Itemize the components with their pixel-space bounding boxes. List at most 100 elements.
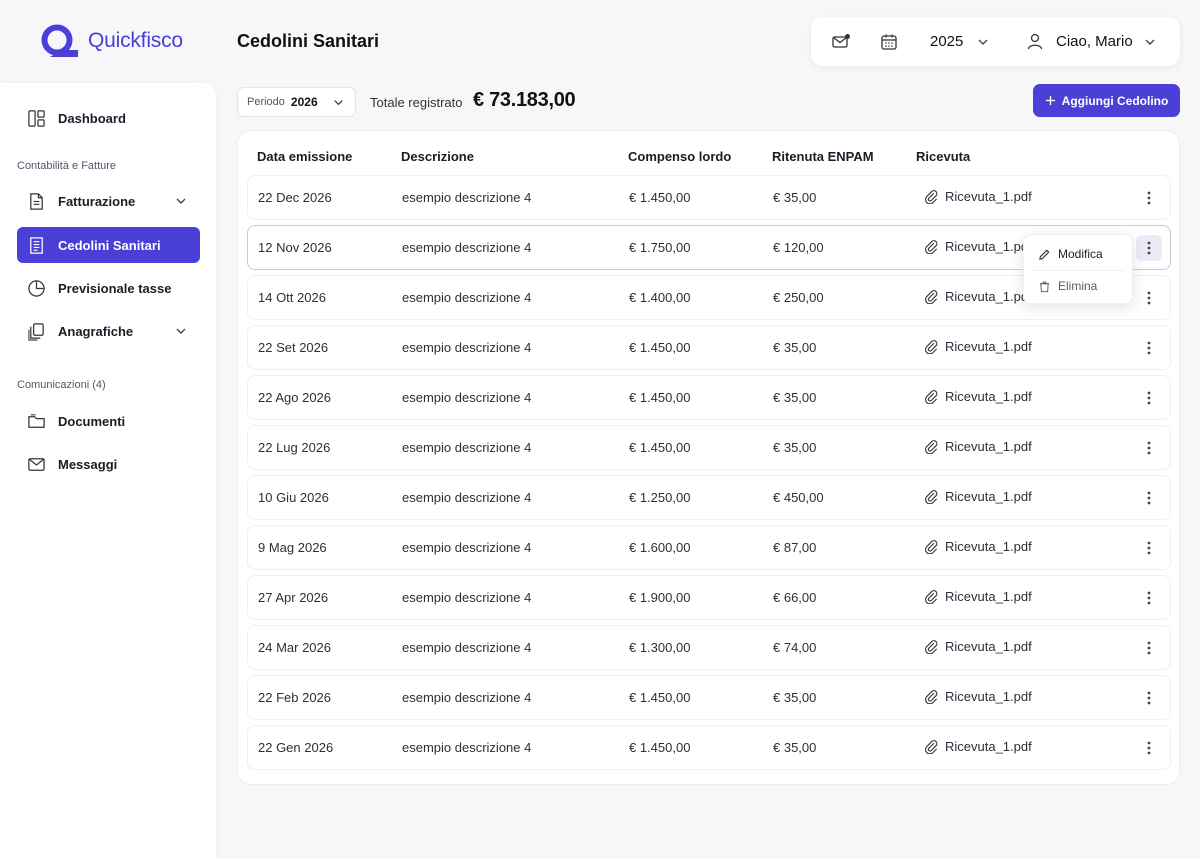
table-cell: esempio descrizione 4 [402,190,532,205]
row-actions-button[interactable] [1136,335,1162,361]
table-cell: 9 Mag 2026 [258,540,327,555]
table-row[interactable]: 27 Apr 2026 esempio descrizione 4 € 1.900,… [247,575,1171,620]
row-actions-button[interactable] [1136,735,1162,761]
table-row[interactable]: 24 Mar 2026 esempio descrizione 4 € 1.300,… [247,625,1171,670]
edit-menu-item[interactable]: Modifica [1024,238,1132,270]
sidebar-item-fatturazione[interactable]: Fatturazione [17,183,200,219]
table-row[interactable]: 22 Gen 2026 esempio descrizione 4 € 1.450,… [247,725,1171,770]
sidebar-item-dashboard[interactable]: Dashboard [17,100,200,136]
paperclip-icon [924,190,938,204]
receipt-icon [30,236,43,254]
table-cell: € 1.450,00 [629,190,691,205]
receipt-link[interactable]: Ricevuta_1.pdf [924,689,1032,704]
table-row[interactable]: 22 Set 2026 esempio descrizione 4 € 1.450,… [247,325,1171,370]
row-actions-button[interactable] [1136,235,1162,261]
paperclip-icon [924,240,938,254]
row-actions-button[interactable] [1136,485,1162,511]
table-cell: € 87,00 [773,540,817,555]
row-actions-button[interactable] [1136,585,1162,611]
delete-menu-item[interactable]: Elimina [1024,270,1132,302]
mail-icon[interactable] [831,32,851,52]
table-cell: € 35,00 [773,340,817,355]
column-header[interactable]: Compenso lordo [628,149,731,164]
receipt-link[interactable]: Ricevuta_1.pdf [924,289,1032,304]
table-row[interactable]: 22 Lug 2026 esempio descrizione 4 € 1.450,… [247,425,1171,470]
table-row[interactable]: 10 Giu 2026 esempio descrizione 4 € 1.250,… [247,475,1171,520]
quickfisco-logo-icon [41,24,78,57]
receipt-link[interactable]: Ricevuta_1.pdf [924,539,1032,554]
period-select[interactable]: Periodo 2026 [237,87,356,117]
sidebar-item-previsionale-tasse[interactable]: Previsionale tasse [17,270,200,306]
column-header[interactable]: Data emissione [257,149,352,164]
table-row[interactable]: 22 Feb 2026 esempio descrizione 4 € 1.450,… [247,675,1171,720]
row-actions-button[interactable] [1136,435,1162,461]
table-row[interactable]: 9 Mag 2026 esempio descrizione 4 € 1.600,0… [247,525,1171,570]
table-cell: esempio descrizione 4 [402,740,532,755]
chevron-down-icon [334,100,343,106]
table-row[interactable]: 22 Ago 2026 esempio descrizione 4 € 1.450,… [247,375,1171,420]
table-cell: € 450,00 [773,490,824,505]
receipt-link[interactable]: Ricevuta_1.pdf [924,489,1032,504]
user-icon[interactable] [1025,31,1045,51]
receipt-link[interactable]: Ricevuta_1.pdf [924,389,1032,404]
kebab-menu-icon [1147,391,1151,405]
app-logo[interactable]: Quickfisco [40,24,183,58]
kebab-menu-icon [1147,541,1151,555]
chevron-down-icon[interactable] [174,324,188,338]
sidebar-item-label: Previsionale tasse [58,280,172,296]
add-cedolino-button[interactable]: Aggiungi Cedolino [1033,84,1180,117]
table-cell: € 1.300,00 [629,640,691,655]
receipt-link[interactable]: Ricevuta_1.pdf [924,639,1032,654]
paperclip-icon [924,590,938,604]
calendar-icon[interactable] [879,32,899,52]
chevron-down-icon[interactable] [976,35,990,49]
top-bar: 2025 Ciao, Mario [811,17,1180,66]
table-cell: 10 Giu 2026 [258,490,329,505]
receipt-link[interactable]: Ricevuta_1.pdf [924,589,1032,604]
receipt-link[interactable]: Ricevuta_1.pdf [924,739,1032,754]
receipt-filename: Ricevuta_1.pdf [945,639,1032,654]
receipt-filename: Ricevuta_1.pdf [945,439,1032,454]
sidebar-item-cedolini-sanitari[interactable]: Cedolini Sanitari [17,227,200,263]
table-cell: esempio descrizione 4 [402,590,532,605]
receipt-link[interactable]: Ricevuta_1.pdf [924,189,1032,204]
plus-icon [1045,95,1055,106]
column-header[interactable]: Descrizione [401,149,474,164]
sidebar-section-title: Contabilità e Fatture [17,160,117,172]
total-value: € 73.183,00 [473,89,576,111]
paperclip-icon [924,490,938,504]
column-header[interactable]: Ritenuta ENPAM [772,149,874,164]
kebab-menu-icon [1147,191,1151,205]
table-cell: esempio descrizione 4 [402,340,532,355]
user-menu[interactable]: Ciao, Mario [1056,33,1133,50]
sidebar-item-documenti[interactable]: Documenti [17,403,200,439]
row-actions-button[interactable] [1136,635,1162,661]
sidebar-item-label: Fatturazione [58,193,136,209]
table-cell: € 1.450,00 [629,740,691,755]
kebab-menu-icon [1147,341,1151,355]
column-header[interactable]: Ricevuta [916,149,970,164]
table-row[interactable]: 22 Dec 2026 esempio descrizione 4 € 1.450,… [247,175,1171,220]
paperclip-icon [924,540,938,554]
table-cell: 22 Gen 2026 [258,740,334,755]
table-cell: 12 Nov 2026 [258,240,332,255]
row-actions-button[interactable] [1136,385,1162,411]
receipt-filename: Ricevuta_1.pdf [945,689,1032,704]
sidebar-item-messaggi[interactable]: Messaggi [17,446,200,482]
table-cell: esempio descrizione 4 [402,290,532,305]
row-actions-button[interactable] [1136,185,1162,211]
row-actions-button[interactable] [1136,685,1162,711]
year-selector[interactable]: 2025 [930,33,963,50]
chevron-down-icon[interactable] [1143,35,1157,49]
chevron-down-icon[interactable] [174,194,188,208]
receipt-link[interactable]: Ricevuta_1.pdf [924,439,1032,454]
row-actions-button[interactable] [1136,535,1162,561]
row-actions-button[interactable] [1136,285,1162,311]
receipt-link[interactable]: Ricevuta_1.pdf [924,339,1032,354]
kebab-menu-icon [1147,691,1151,705]
sidebar-item-anagrafiche[interactable]: Anagrafiche [17,313,200,349]
receipt-link[interactable]: Ricevuta_1.pdf [924,239,1032,254]
table-cell: € 1.750,00 [629,240,691,255]
paperclip-icon [924,690,938,704]
paperclip-icon [924,640,938,654]
